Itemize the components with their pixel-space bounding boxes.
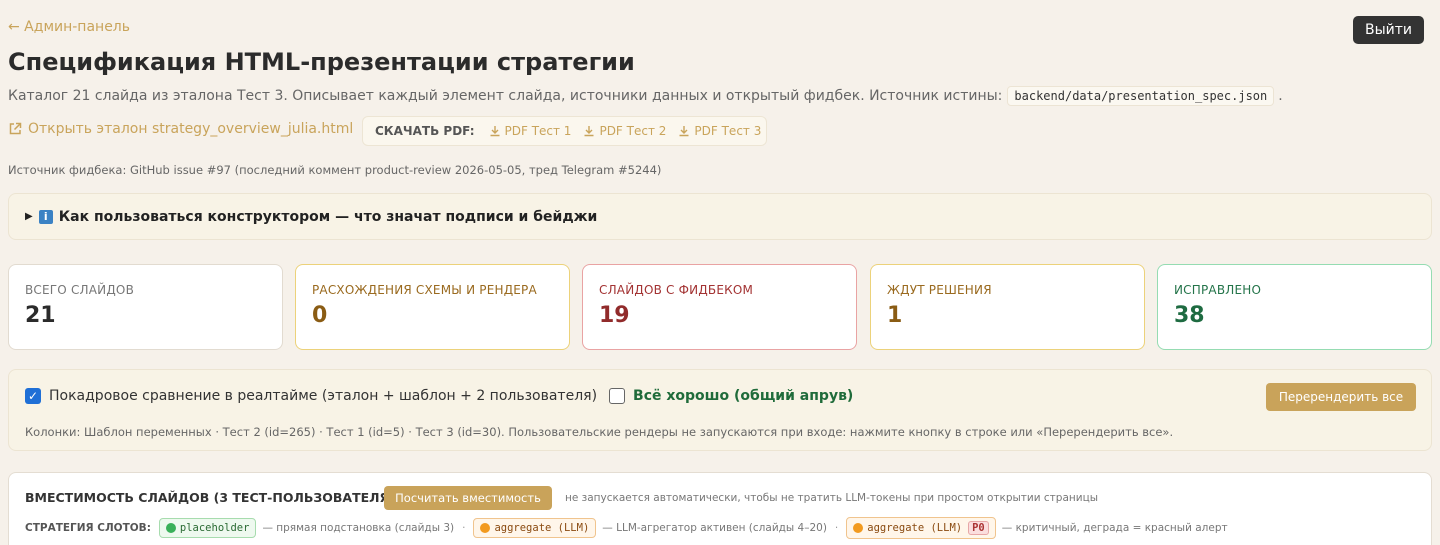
download-icon bbox=[584, 126, 594, 137]
strategy-pill-aggregate-p0: aggregate (LLM) P0 bbox=[846, 517, 996, 539]
strategy-pill-aggregate: aggregate (LLM) bbox=[473, 518, 597, 538]
stat-label: Исправлено bbox=[1174, 283, 1262, 297]
pdf-test-3-link[interactable]: PDF Тест 3 bbox=[678, 124, 761, 138]
compare-options: ✓ Покадровое сравнение в реалтайме (этал… bbox=[25, 388, 865, 404]
open-reference-link[interactable]: Открыть эталон strategy_overview_julia.h… bbox=[8, 121, 353, 137]
info-icon: i bbox=[38, 209, 53, 224]
capacity-title: ВМЕСТИМОСТЬ СЛАЙДОВ (3 ТЕСТ-ПОЛЬЗОВАТЕЛЯ… bbox=[25, 490, 395, 505]
stat-value: 1 bbox=[887, 303, 903, 328]
strategy-desc: — критичный, деграда = красный алерт bbox=[1001, 522, 1228, 534]
stat-card-fixed: Исправлено 38 bbox=[1157, 264, 1432, 350]
stat-value: 21 bbox=[25, 303, 56, 328]
page-subtitle: Каталог 21 слайда из эталона Тест 3. Опи… bbox=[8, 86, 1283, 106]
stat-label: Слайдов с фидбеком bbox=[599, 283, 754, 297]
stat-label: Расхождения схемы и рендера bbox=[312, 283, 537, 297]
pdf-download-group: СКАЧАТЬ PDF: PDF Тест 1 PDF Тест 2 PDF Т… bbox=[362, 116, 767, 146]
realtime-compare-checkbox[interactable]: ✓ bbox=[25, 388, 41, 404]
strategy-pill-placeholder: placeholder bbox=[158, 518, 257, 538]
stat-value: 38 bbox=[1174, 303, 1205, 328]
orange-dot-icon bbox=[480, 523, 491, 533]
compare-columns-note: Колонки: Шаблон переменных · Тест 2 (id=… bbox=[25, 425, 1174, 439]
strategy-desc: — прямая подстановка (слайды 3) bbox=[262, 522, 455, 534]
stat-label: Всего слайдов bbox=[25, 283, 135, 297]
separator: · bbox=[462, 522, 466, 534]
subtitle-text: Каталог 21 слайда из эталона Тест 3. Опи… bbox=[8, 88, 1003, 104]
page-title: Спецификация HTML-презентации стратегии bbox=[8, 48, 635, 76]
strategy-name: placeholder bbox=[179, 522, 250, 534]
download-icon bbox=[490, 126, 499, 137]
slide-capacity-panel: ВМЕСТИМОСТЬ СЛАЙДОВ (3 ТЕСТ-ПОЛЬЗОВАТЕЛЯ… bbox=[8, 472, 1432, 545]
stat-card-total-slides: Всего слайдов 21 bbox=[8, 264, 283, 350]
pdf-test-2-link[interactable]: PDF Тест 2 bbox=[583, 124, 666, 138]
subtitle-suffix: . bbox=[1278, 88, 1283, 104]
disclosure-triangle-icon: ▶ bbox=[25, 211, 33, 222]
stat-value: 0 bbox=[312, 303, 328, 328]
strategy-name: aggregate (LLM) bbox=[867, 522, 963, 534]
strategy-desc: — LLM-агрегатор активен (слайды 4–20) bbox=[602, 522, 827, 534]
strategy-name: aggregate (LLM) bbox=[494, 522, 590, 534]
download-icon bbox=[679, 126, 689, 137]
stat-card-slides-with-feedback: Слайдов с фидбеком 19 bbox=[582, 264, 857, 350]
source-path-code: backend/data/presentation_spec.json bbox=[1007, 86, 1275, 106]
external-link-icon bbox=[9, 122, 22, 135]
realtime-compare-label[interactable]: Покадровое сравнение в реалтайме (эталон… bbox=[49, 388, 597, 404]
slot-strategy-label: СТРАТЕГИЯ СЛОТОВ: bbox=[25, 522, 151, 534]
stat-card-awaiting-decision: Ждут решения 1 bbox=[870, 264, 1145, 350]
green-dot-icon bbox=[165, 523, 176, 533]
pdf-download-label: СКАЧАТЬ PDF: bbox=[375, 124, 475, 138]
orange-dot-icon bbox=[853, 523, 864, 533]
back-to-admin-link[interactable]: ← Админ-панель bbox=[8, 19, 130, 35]
feedback-source-note: Источник фидбека: GitHub issue #97 (посл… bbox=[8, 163, 662, 177]
stat-value: 19 bbox=[599, 303, 630, 328]
slot-strategy-legend: СТРАТЕГИЯ СЛОТОВ: placeholder — прямая п… bbox=[25, 517, 1228, 539]
pdf-test-2-label: PDF Тест 2 bbox=[599, 124, 667, 138]
separator: · bbox=[834, 522, 839, 534]
open-reference-label: Открыть эталон strategy_overview_julia.h… bbox=[28, 121, 354, 137]
approve-all-label[interactable]: Всё хорошо (общий апрув) bbox=[633, 388, 853, 404]
rerender-all-button[interactable]: Перерендерить все bbox=[1266, 383, 1416, 411]
stat-label: Ждут решения bbox=[887, 283, 992, 297]
pdf-test-1-label: PDF Тест 1 bbox=[504, 124, 572, 138]
help-disclosure[interactable]: ▶ i Как пользоваться конструктором — что… bbox=[8, 193, 1432, 240]
pdf-test-1-link[interactable]: PDF Тест 1 bbox=[489, 124, 572, 138]
approve-all-checkbox[interactable] bbox=[609, 388, 626, 404]
priority-badge: P0 bbox=[968, 521, 989, 535]
calculate-capacity-button[interactable]: Посчитать вместимость bbox=[384, 486, 552, 510]
logout-button[interactable]: Выйти bbox=[1353, 16, 1424, 44]
compare-panel: ✓ Покадровое сравнение в реалтайме (этал… bbox=[8, 369, 1432, 451]
stat-card-schema-mismatch: Расхождения схемы и рендера 0 bbox=[295, 264, 570, 350]
capacity-note: не запускается автоматически, чтобы не т… bbox=[565, 492, 1099, 504]
pdf-test-3-label: PDF Тест 3 bbox=[694, 124, 762, 138]
help-disclosure-label: Как пользоваться конструктором — что зна… bbox=[58, 208, 598, 225]
